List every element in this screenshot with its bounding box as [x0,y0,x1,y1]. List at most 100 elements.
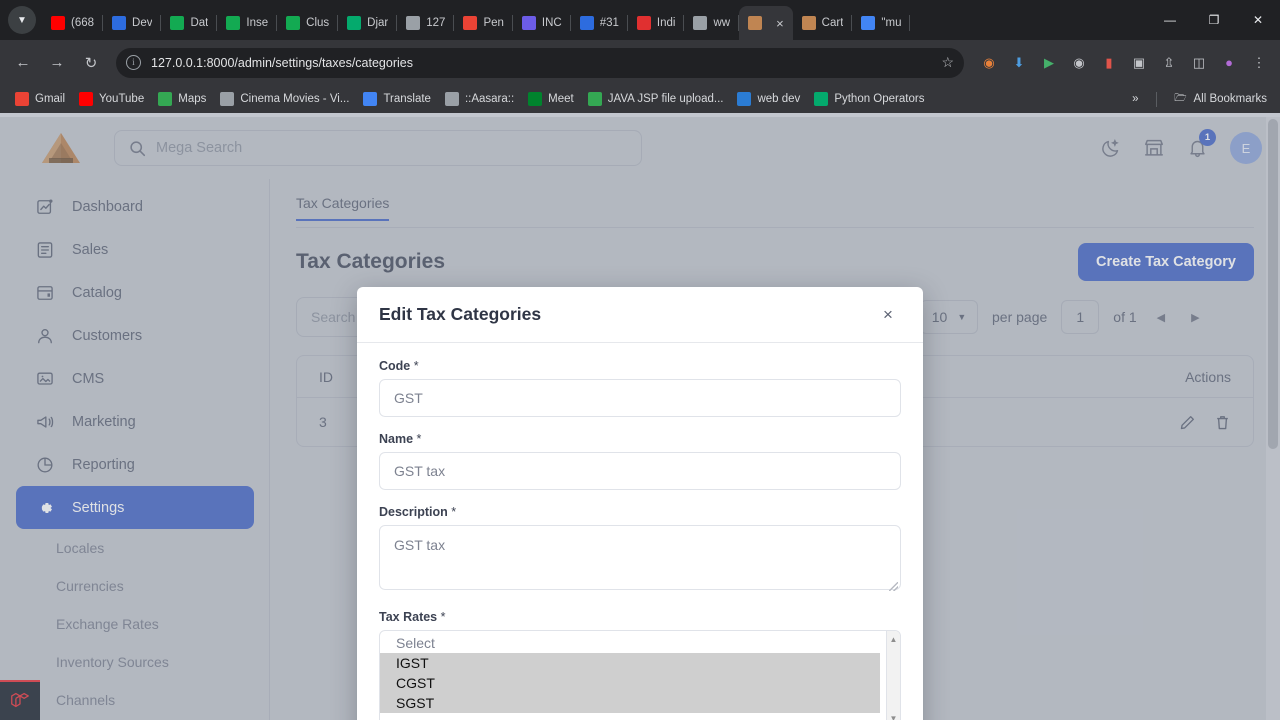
browser-tab[interactable]: #31 [571,6,629,40]
translate-icon [363,92,378,106]
tax-rate-option[interactable]: SGST [380,693,880,713]
browser-tab-label: "mu [881,17,902,29]
youtube-icon [51,16,65,30]
gmail-icon [15,92,29,106]
extension-icons: ◉ ⬇ ▶ ◉ ▮ ▣ ⇫ ◫ ● ⋮ [970,50,1272,76]
puzzle-icon[interactable]: ◉ [976,50,1002,76]
forward-button[interactable]: → [42,48,72,78]
profile-icon[interactable]: ● [1216,50,1242,76]
bookmark-label: web dev [757,93,801,105]
browser-tab-label: #31 [599,17,619,29]
browser-tab[interactable]: (668 [42,6,104,40]
description-textarea[interactable]: GST tax [379,525,901,590]
code-input[interactable] [379,379,901,417]
browser-tab[interactable]: Dev [103,6,162,40]
bookmark-item[interactable]: Meet [521,90,581,108]
bookmark-label: Cinema Movies - Vi... [240,93,350,105]
edit-tax-categories-modal: Edit Tax Categories × Code * Name * [357,287,923,720]
reload-button[interactable]: ↻ [76,48,106,78]
tax-rates-listbox[interactable]: Select IGST CGST SGST ▲ ▼ [379,630,901,720]
address-bar[interactable]: i 127.0.0.1:8000/admin/settings/taxes/ca… [116,47,964,78]
name-input[interactable] [379,452,901,490]
minimize-button[interactable]: — [1148,0,1192,40]
bookmark-label: Maps [178,93,207,105]
star-icon[interactable]: ☆ [941,54,954,71]
globe-icon [406,16,421,30]
bookmark-item[interactable]: Gmail [8,90,72,108]
close-icon[interactable]: × [875,302,901,328]
bookmark-item[interactable]: ::Aasara:: [438,90,521,108]
tax-rates-options: Select IGST CGST SGST [380,633,900,713]
field-description: Description * GST tax [379,505,901,595]
back-button[interactable]: ← [8,48,38,78]
bookmark-label: ::Aasara:: [464,93,515,105]
description-required-marker: * [451,505,457,519]
browser-tabs: (668 Dev Dat Inse Clus Djar 127 Pen INC #31 Indi ww… [42,0,1262,40]
tax-rate-option[interactable]: IGST [380,653,880,673]
browser-tab[interactable]: ww [684,6,739,40]
bookmark-separator [1155,91,1157,107]
globe-icon [693,16,708,30]
bookmarks-overflow-button[interactable]: » [1125,91,1145,107]
bookmark-item[interactable]: YouTube [72,90,151,108]
bookmark-item[interactable]: Cinema Movies - Vi... [213,90,356,108]
field-code: Code * [379,359,901,417]
browser-tab[interactable]: Djar [338,6,398,40]
tax-rates-required-marker: * [440,610,446,624]
all-bookmarks-label: All Bookmarks [1193,93,1268,105]
close-window-button[interactable]: ✕ [1236,0,1280,40]
tax-rate-option[interactable]: Select [380,633,900,653]
all-bookmarks-button[interactable]: 🗁 All Bookmarks [1167,90,1275,108]
browser-tab[interactable]: 127 [397,6,455,40]
browser-tab[interactable]: Dat [161,6,218,40]
camera-icon[interactable]: ◉ [1066,50,1092,76]
field-name: Name * [379,432,901,490]
browser-tab-label: ww [713,17,731,29]
browser-tab[interactable]: INC [513,6,571,40]
name-label: Name * [379,432,901,446]
browser-tab[interactable]: Clus [277,6,339,40]
scroll-up-icon[interactable]: ▲ [887,633,900,646]
modal-body: Code * Name * Description * [357,343,923,720]
code-required-marker: * [413,359,419,373]
browser-tab-label: Pen [483,17,504,29]
browser-tab[interactable]: "mu [852,6,911,40]
download-icon[interactable]: ⬇ [1006,50,1032,76]
browser-tab[interactable]: Inse [217,6,277,40]
menu-icon[interactable]: ⋮ [1246,50,1272,76]
browser-tab[interactable]: × [739,6,793,40]
code-label: Code * [379,359,901,373]
sidebar-icon[interactable]: ◫ [1186,50,1212,76]
bookmark-item[interactable]: web dev [730,90,807,108]
bookmark-item[interactable]: JAVA JSP file upload... [581,90,731,108]
bookmark-item[interactable]: Maps [151,90,213,108]
bookmark-item[interactable]: Python Operators [807,90,931,108]
browser-tab[interactable]: Indi [628,6,685,40]
maximize-button[interactable]: ❐ [1192,0,1236,40]
bookmark-item[interactable]: Translate [356,90,438,108]
browser-tab-label: INC [541,17,562,29]
chart-icon[interactable]: ▮ [1096,50,1122,76]
tab-search-chevron-icon[interactable]: ▼ [8,6,36,34]
mongodb-icon [170,16,185,30]
browser-tab-label: Inse [246,17,269,29]
browser-tab[interactable]: Pen [454,6,514,40]
share-icon[interactable]: ⇫ [1156,50,1182,76]
browser-tab[interactable]: Cart [793,6,853,40]
tax-rates-label: Tax Rates * [379,610,901,624]
browser-tab-label: Dev [132,17,153,29]
scroll-down-icon[interactable]: ▼ [887,712,900,720]
tax-rates-label-text: Tax Rates [379,610,438,624]
grid-icon[interactable]: ▣ [1126,50,1152,76]
tab-close-icon[interactable]: × [776,16,784,31]
pycharm-icon [112,16,127,30]
bagisto-admin-app: Mega Search 1 E Dashboard Sales Catalog … [0,117,1280,720]
mongodb-icon [286,16,301,30]
video-icon[interactable]: ▶ [1036,50,1062,76]
modal-header: Edit Tax Categories × [357,287,923,343]
tax-rates-scrollbar[interactable]: ▲ ▼ [886,631,900,720]
tax-rate-option[interactable]: CGST [380,673,880,693]
site-info-icon[interactable]: i [126,55,141,70]
name-required-marker: * [416,432,422,446]
globe-icon [444,92,459,106]
